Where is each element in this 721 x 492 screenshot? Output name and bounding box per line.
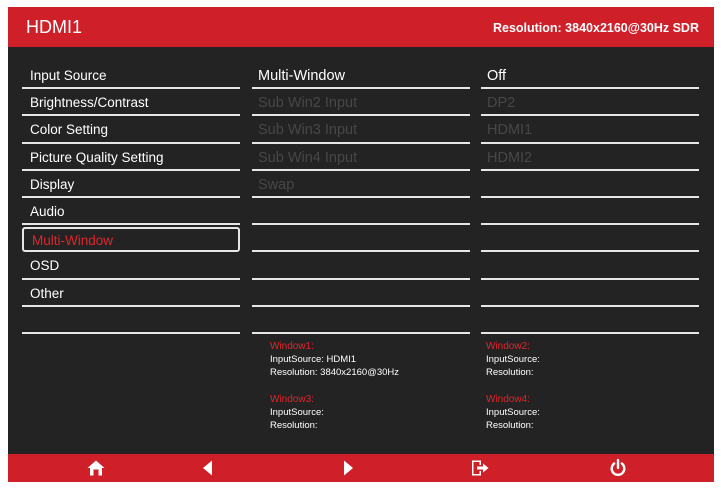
menu-item-other[interactable]: Other	[22, 282, 240, 307]
submenu-item-label: Multi-Window	[258, 68, 346, 84]
menu-item-label: Picture Quality Setting	[30, 149, 164, 165]
value-item-hdmi1: HDMI1	[481, 118, 699, 144]
submenu: Multi-Window Sub Win2 Input Sub Win3 Inp…	[252, 64, 470, 336]
submenu-item-empty	[252, 282, 470, 307]
window2-resolution: Resolution:	[486, 367, 534, 378]
power-icon[interactable]	[608, 458, 628, 478]
window2-input-source: InputSource:	[486, 354, 540, 365]
menu-item-picture-quality[interactable]: Picture Quality Setting	[22, 146, 240, 171]
window2-title: Window2:	[486, 341, 530, 352]
submenu-item-empty	[252, 309, 470, 334]
submenu-item-empty	[252, 227, 470, 253]
value-item-empty	[481, 227, 699, 253]
value-item-off[interactable]: Off	[481, 64, 699, 90]
menu-item-label: OSD	[30, 258, 60, 274]
window4-info: Window4: InputSource: Resolution:	[486, 393, 540, 432]
submenu-item-label: Sub Win3 Input	[258, 122, 358, 139]
window2-info: Window2: InputSource: Resolution:	[486, 340, 540, 379]
value-item-empty	[481, 200, 699, 226]
right-arrow-icon[interactable]	[338, 458, 358, 478]
value-item-label: HDMI2	[487, 149, 533, 166]
value-item-empty	[481, 309, 699, 334]
window3-resolution: Resolution:	[270, 420, 318, 431]
window3-input-source: InputSource:	[270, 407, 324, 418]
value-item-hdmi2: HDMI2	[481, 146, 699, 171]
value-item-label: HDMI1	[487, 122, 533, 139]
menu-item-color-setting[interactable]: Color Setting	[22, 118, 240, 144]
window1-resolution: Resolution: 3840x2160@30Hz	[270, 367, 400, 378]
menu-item-display[interactable]: Display	[22, 173, 240, 198]
submenu-item-empty	[252, 254, 470, 280]
main-menu: Input Source Brightness/Contrast Color S…	[22, 64, 240, 336]
window1-title: Window1:	[270, 341, 314, 352]
menu-item-label: Other	[30, 285, 64, 301]
window4-title: Window4:	[486, 394, 530, 405]
home-icon[interactable]	[86, 458, 106, 478]
menu-item-label: Input Source	[30, 68, 107, 83]
submenu-item-label: Swap	[258, 176, 295, 193]
menu-item-label: Brightness/Contrast	[30, 95, 149, 111]
submenu-item-label: Sub Win4 Input	[258, 149, 358, 166]
nav-bar	[8, 454, 714, 482]
menu-item-multi-window[interactable]: Multi-Window	[22, 227, 240, 253]
submenu-item-sub-win2-input: Sub Win2 Input	[252, 91, 470, 117]
value-item-empty	[481, 254, 699, 280]
submenu-item-swap: Swap	[252, 173, 470, 198]
window4-input-source: InputSource:	[486, 407, 540, 418]
menu-item-brightness-contrast[interactable]: Brightness/Contrast	[22, 91, 240, 117]
submenu-item-multi-window[interactable]: Multi-Window	[252, 64, 470, 90]
exit-icon[interactable]	[470, 458, 490, 478]
menu-item-label: Display	[30, 176, 75, 192]
window3-info: Window3: InputSource: Resolution:	[270, 393, 324, 432]
value-item-label: DP2	[487, 95, 516, 112]
current-source-title: HDMI1	[26, 17, 83, 37]
submenu-item-sub-win3-input: Sub Win3 Input	[252, 118, 470, 144]
window4-resolution: Resolution:	[486, 420, 534, 431]
value-item-empty	[481, 173, 699, 198]
left-arrow-icon[interactable]	[198, 458, 218, 478]
osd-panel: HDMI1 Resolution: 3840x2160@30Hz SDR Inp…	[8, 7, 714, 482]
submenu-item-empty	[252, 200, 470, 226]
menu-item-label: Audio	[30, 203, 65, 219]
menu-item-audio[interactable]: Audio	[22, 200, 240, 226]
submenu-item-sub-win4-input: Sub Win4 Input	[252, 146, 470, 171]
value-item-dp2: DP2	[481, 91, 699, 117]
window1-info: Window1: InputSource: HDMI1 Resolution: …	[270, 340, 399, 379]
menu-item-label: Color Setting	[30, 122, 109, 138]
header-bar: HDMI1 Resolution: 3840x2160@30Hz SDR	[8, 7, 714, 47]
value-column: Off DP2 HDMI1 HDMI2	[481, 64, 699, 336]
value-item-label: Off	[487, 68, 507, 84]
menu-item-empty	[22, 309, 240, 334]
submenu-item-label: Sub Win2 Input	[258, 95, 358, 112]
window1-input-source: InputSource: HDMI1	[270, 354, 357, 365]
resolution-status: Resolution: 3840x2160@30Hz SDR	[492, 21, 699, 35]
menu-item-label: Multi-Window	[32, 233, 114, 249]
menu-item-osd[interactable]: OSD	[22, 254, 240, 280]
value-item-empty	[481, 282, 699, 307]
window3-title: Window3:	[270, 394, 314, 405]
menu-item-input-source[interactable]: Input Source	[22, 64, 240, 90]
